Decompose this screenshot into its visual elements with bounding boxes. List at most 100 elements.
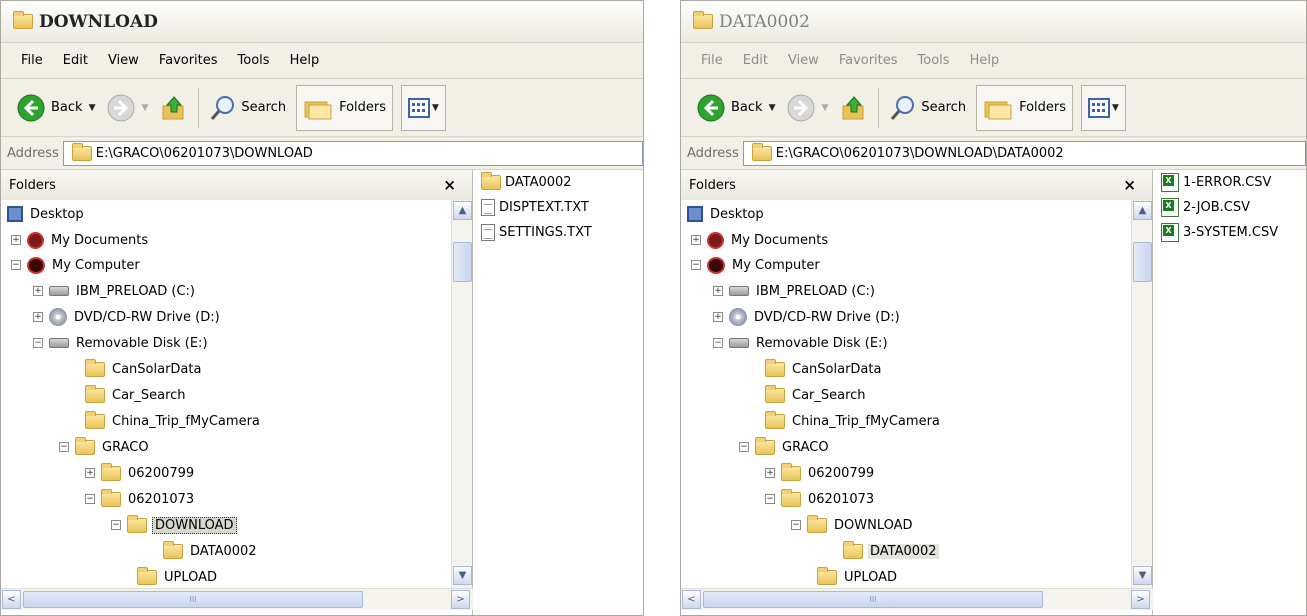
tree-item-drive-e[interactable]: − Removable Disk (E:) — [33, 333, 210, 353]
expand-icon[interactable]: + — [85, 468, 95, 478]
tree-item-drive-c[interactable]: + IBM_PRELOAD (C:) — [33, 281, 197, 301]
menu-help[interactable]: Help — [960, 53, 1010, 68]
address-field[interactable]: E:\GRACO\06201073\DOWNLOAD — [62, 140, 643, 166]
menu-help[interactable]: Help — [280, 53, 330, 68]
scrollbar-thumb[interactable] — [1133, 242, 1152, 282]
menu-tools[interactable]: Tools — [228, 53, 280, 68]
tree-item-drive-d[interactable]: + DVD/CD-RW Drive (D:) — [33, 307, 222, 327]
vertical-scrollbar[interactable]: ▲ ▼ — [1131, 200, 1152, 588]
folders-button[interactable]: Folders — [976, 84, 1074, 131]
expand-icon[interactable]: + — [691, 235, 701, 245]
tree-item-upload[interactable]: UPLOAD — [137, 566, 219, 587]
chevron-down-icon[interactable]: ▼ — [141, 103, 148, 113]
tree-item-drive-c[interactable]: + IBM_PRELOAD (C:) — [713, 281, 877, 301]
expand-icon[interactable]: + — [33, 286, 43, 296]
tree-item-desktop[interactable]: Desktop — [7, 204, 86, 224]
tree-item-my-documents[interactable]: + My Documents — [11, 230, 150, 250]
tree-item-desktop[interactable]: Desktop — [687, 204, 766, 224]
collapse-icon[interactable]: − — [713, 338, 723, 348]
list-item[interactable]: 3-SYSTEM.CSV — [1161, 220, 1306, 245]
tree-item-download[interactable]: − DOWNLOAD — [111, 514, 237, 535]
up-folder-button[interactable] — [834, 85, 874, 131]
chevron-down-icon[interactable]: ▼ — [89, 103, 96, 113]
tree-item-car-search[interactable]: Car_Search — [85, 384, 188, 405]
chevron-down-icon[interactable]: ▼ — [821, 103, 828, 113]
menu-favorites[interactable]: Favorites — [149, 53, 228, 68]
forward-button[interactable]: ▼ — [101, 85, 154, 131]
menu-file[interactable]: File — [691, 53, 733, 68]
scrollbar-thumb[interactable] — [453, 242, 472, 282]
tree-item-upload[interactable]: UPLOAD — [817, 566, 899, 587]
scroll-down-button[interactable]: ▼ — [453, 566, 472, 585]
menu-favorites[interactable]: Favorites — [829, 53, 908, 68]
chevron-down-icon[interactable]: ▼ — [769, 103, 776, 113]
tree-item-data0002[interactable]: DATA0002 — [843, 540, 939, 561]
tree-item-data0002[interactable]: DATA0002 — [163, 540, 259, 561]
collapse-icon[interactable]: − — [85, 494, 95, 504]
tree-item-graco[interactable]: − GRACO — [739, 436, 831, 457]
tree-item-06201073[interactable]: − 06201073 — [85, 488, 196, 509]
scroll-down-button[interactable]: ▼ — [1133, 566, 1152, 585]
collapse-icon[interactable]: − — [11, 260, 21, 270]
horizontal-scrollbar[interactable]: < III > — [681, 588, 1153, 610]
expand-icon[interactable]: + — [765, 468, 775, 478]
collapse-icon[interactable]: − — [791, 520, 801, 530]
tree-item-my-computer[interactable]: − My Computer — [691, 255, 822, 275]
title-bar[interactable]: DATA0002 — [681, 1, 1306, 43]
tree-item-car-search[interactable]: Car_Search — [765, 384, 868, 405]
menu-edit[interactable]: Edit — [733, 53, 778, 68]
menu-view[interactable]: View — [778, 53, 829, 68]
tree-item-download[interactable]: − DOWNLOAD — [791, 514, 915, 535]
forward-button[interactable]: ▼ — [781, 85, 834, 131]
views-button[interactable]: ▼ — [1081, 84, 1126, 131]
collapse-icon[interactable]: − — [739, 442, 749, 452]
scroll-right-button[interactable]: > — [451, 590, 470, 609]
views-button[interactable]: ▼ — [401, 84, 446, 131]
collapse-icon[interactable]: − — [765, 494, 775, 504]
tree-item-drive-e[interactable]: − Removable Disk (E:) — [713, 333, 890, 353]
menu-tools[interactable]: Tools — [908, 53, 960, 68]
expand-icon[interactable]: + — [713, 286, 723, 296]
tree-item-cansolardata[interactable]: CanSolarData — [85, 358, 203, 379]
tree-item-cansolardata[interactable]: CanSolarData — [765, 358, 883, 379]
list-item[interactable]: SETTINGS.TXT — [481, 220, 641, 245]
expand-icon[interactable]: + — [713, 312, 723, 322]
vertical-scrollbar[interactable]: ▲ ▼ — [451, 200, 472, 588]
scroll-up-button[interactable]: ▲ — [1133, 201, 1152, 220]
list-item[interactable]: 1-ERROR.CSV — [1161, 170, 1306, 195]
back-button[interactable]: Back ▼ — [691, 85, 781, 131]
scroll-left-button[interactable]: < — [2, 590, 21, 609]
horizontal-scrollbar[interactable]: < III > — [1, 588, 473, 610]
menu-file[interactable]: File — [11, 53, 53, 68]
list-item[interactable]: 2-JOB.CSV — [1161, 195, 1306, 220]
expand-icon[interactable]: + — [11, 235, 21, 245]
tree-item-china-trip[interactable]: China_Trip_fMyCamera — [85, 410, 262, 431]
tree-item-my-computer[interactable]: − My Computer — [11, 255, 142, 275]
expand-icon[interactable]: + — [33, 312, 43, 322]
scrollbar-thumb[interactable]: III — [703, 591, 1043, 608]
title-bar[interactable]: DOWNLOAD — [1, 1, 643, 43]
collapse-icon[interactable]: − — [691, 260, 701, 270]
tree-item-my-documents[interactable]: + My Documents — [691, 230, 830, 250]
search-button[interactable]: Search — [883, 85, 972, 131]
collapse-icon[interactable]: − — [111, 520, 121, 530]
collapse-icon[interactable]: − — [59, 442, 69, 452]
tree-item-06200799[interactable]: +06200799 — [765, 462, 876, 483]
tree-item-06201073[interactable]: − 06201073 — [765, 488, 876, 509]
tree-item-china-trip[interactable]: China_Trip_fMyCamera — [765, 410, 942, 431]
tree-item-06200799[interactable]: +06200799 — [85, 462, 196, 483]
menu-edit[interactable]: Edit — [53, 53, 98, 68]
close-icon[interactable]: × — [1123, 176, 1136, 194]
list-item[interactable]: DISPTEXT.TXT — [481, 195, 641, 220]
menu-view[interactable]: View — [98, 53, 149, 68]
address-field[interactable]: E:\GRACO\06201073\DOWNLOAD\DATA0002 — [742, 140, 1306, 166]
scroll-right-button[interactable]: > — [1131, 590, 1150, 609]
scrollbar-thumb[interactable]: III — [23, 591, 363, 608]
tree-item-drive-d[interactable]: + DVD/CD-RW Drive (D:) — [713, 307, 902, 327]
folders-button[interactable]: Folders — [296, 84, 394, 131]
list-item[interactable]: DATA0002 — [481, 170, 641, 195]
search-button[interactable]: Search — [203, 85, 292, 131]
scroll-left-button[interactable]: < — [682, 590, 701, 609]
tree-item-graco[interactable]: − GRACO — [59, 436, 151, 457]
up-folder-button[interactable] — [154, 85, 194, 131]
